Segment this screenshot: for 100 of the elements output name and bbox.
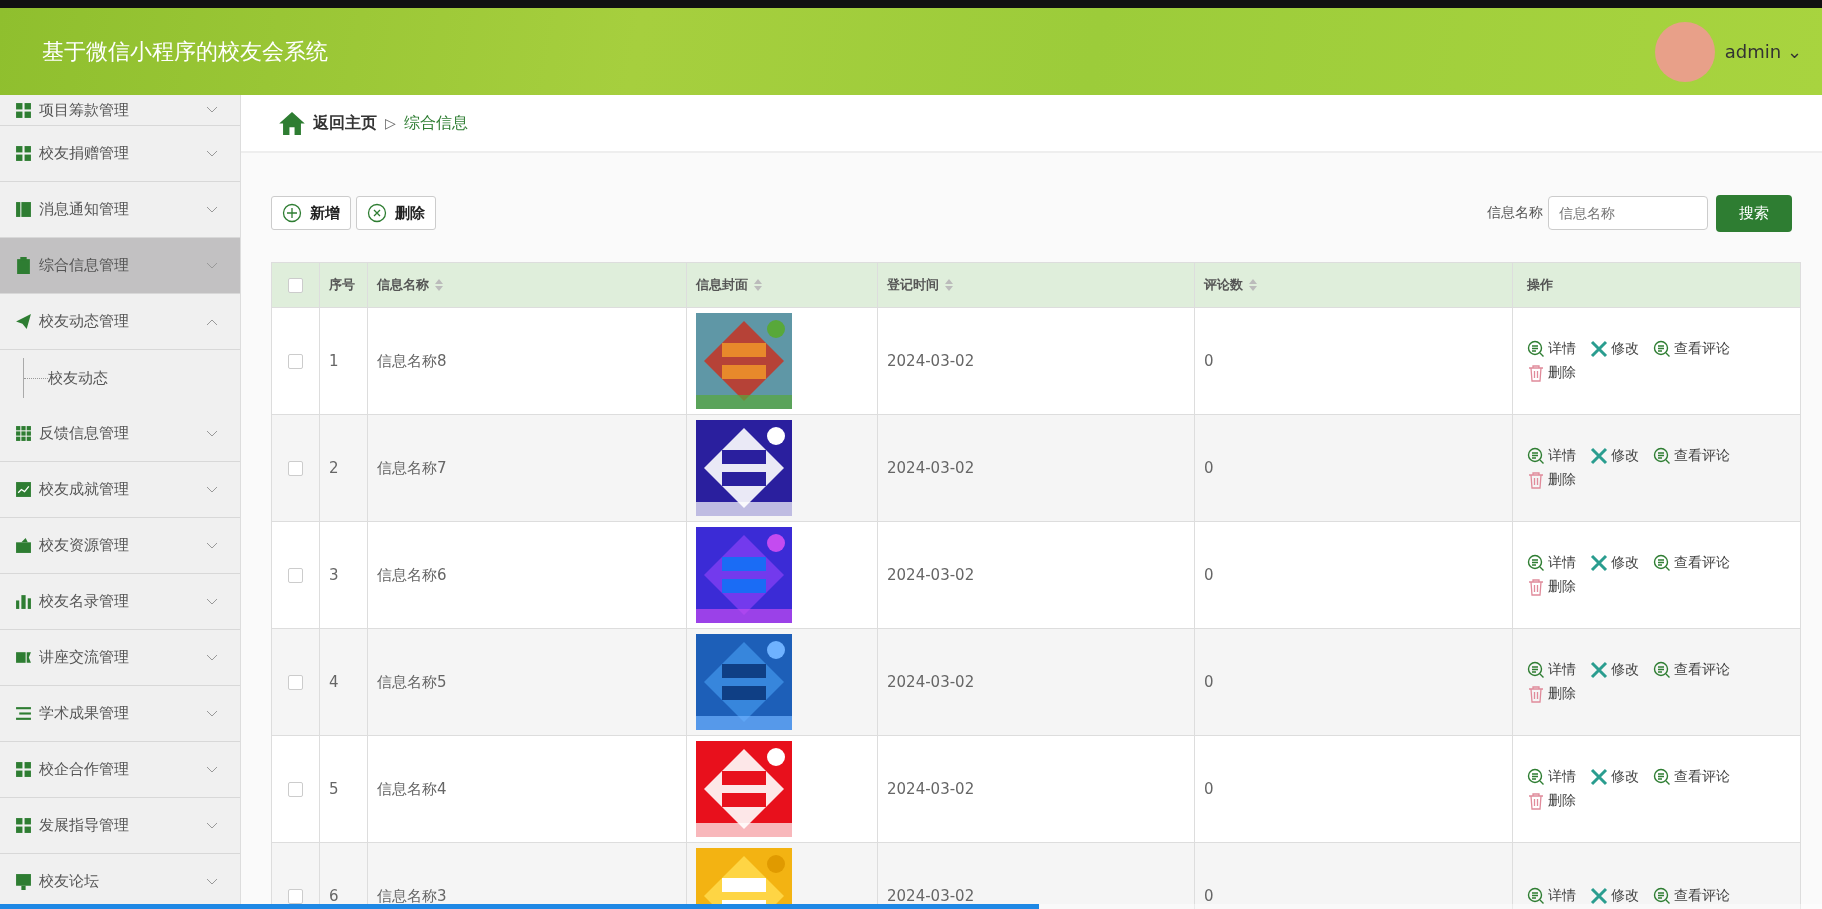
comments-link[interactable]: 查看评论 <box>1653 554 1730 572</box>
row-checkbox[interactable] <box>288 567 303 583</box>
trash-icon <box>1527 578 1545 596</box>
row-checkbox[interactable] <box>288 460 303 476</box>
sidebar-item[interactable]: 校企合作管理 <box>0 742 240 798</box>
edit-link[interactable]: 修改 <box>1590 768 1639 786</box>
search-icon <box>1653 447 1671 465</box>
table-cell: 0 <box>1204 673 1214 691</box>
delete-button[interactable]: 删除 <box>356 196 436 230</box>
sidebar-item[interactable]: 校友捐赠管理 <box>0 126 240 182</box>
breadcrumb-separator: ▷ <box>385 115 396 131</box>
detail-link[interactable]: 详情 <box>1527 768 1576 786</box>
sidebar-item[interactable]: 反馈信息管理 <box>0 406 240 462</box>
delete-link[interactable]: 删除 <box>1527 792 1576 810</box>
edit-link[interactable]: 修改 <box>1590 554 1639 572</box>
add-button[interactable]: 新增 <box>271 196 351 230</box>
plus-circle-icon <box>282 203 302 223</box>
sort-icon[interactable] <box>945 279 953 291</box>
chevron-icon <box>206 149 218 158</box>
grid-icon <box>15 817 32 834</box>
sidebar-item[interactable]: 学术成果管理 <box>0 686 240 742</box>
chevron-icon <box>206 429 218 438</box>
sort-icon[interactable] <box>754 279 762 291</box>
row-checkbox[interactable] <box>288 674 303 690</box>
comments-link[interactable]: 查看评论 <box>1653 768 1730 786</box>
comments-link[interactable]: 查看评论 <box>1653 887 1730 905</box>
search-icon <box>1653 554 1671 572</box>
sidebar-item[interactable]: 校友名录管理 <box>0 574 240 630</box>
sidebar-item[interactable]: 综合信息管理 <box>0 238 240 294</box>
table-cell: 信息名称5 <box>377 672 447 692</box>
table-cell: 信息名称8 <box>377 351 447 371</box>
sort-icon[interactable] <box>435 279 443 291</box>
sidebar-item[interactable]: 校友资源管理 <box>0 518 240 574</box>
ticket-icon <box>15 649 32 666</box>
user-menu[interactable]: admin ⌄ <box>1724 41 1802 62</box>
comments-link[interactable]: 查看评论 <box>1653 340 1730 358</box>
table-cell: 3 <box>329 566 339 584</box>
edit-link[interactable]: 修改 <box>1590 340 1639 358</box>
edit-link[interactable]: 修改 <box>1590 661 1639 679</box>
chevron-icon <box>206 821 218 830</box>
detail-link[interactable]: 详情 <box>1527 340 1576 358</box>
sidebar-item[interactable]: 校友成就管理 <box>0 462 240 518</box>
home-icon[interactable] <box>279 111 305 135</box>
table-cell: 4 <box>329 673 339 691</box>
sort-icon[interactable] <box>1249 279 1257 291</box>
search-icon <box>1527 768 1545 786</box>
plane-icon <box>15 313 32 330</box>
chevron-icon <box>206 106 218 114</box>
monitor-icon <box>15 873 32 890</box>
column-header: 操作 <box>1527 276 1553 294</box>
sidebar-subitem[interactable]: 校友动态 <box>48 368 108 388</box>
breadcrumb-link[interactable]: 返回主页 <box>313 112 377 134</box>
edit-link[interactable]: 修改 <box>1590 887 1639 905</box>
trash-icon <box>1527 792 1545 810</box>
table-cell: 2024-03-02 <box>887 887 975 905</box>
chart-icon <box>15 481 32 498</box>
table-cell: 5 <box>329 780 339 798</box>
grid-icon <box>15 761 32 778</box>
search-icon <box>1653 340 1671 358</box>
table-cell: 0 <box>1204 566 1214 584</box>
delete-link[interactable]: 删除 <box>1527 364 1576 382</box>
search-icon <box>1527 887 1545 905</box>
table-cell: 0 <box>1204 780 1214 798</box>
detail-link[interactable]: 详情 <box>1527 554 1576 572</box>
comments-link[interactable]: 查看评论 <box>1653 661 1730 679</box>
select-all-checkbox[interactable] <box>288 277 303 293</box>
sidebar-item[interactable]: 讲座交流管理 <box>0 630 240 686</box>
row-checkbox[interactable] <box>288 888 303 904</box>
columns-icon <box>15 593 32 610</box>
tree-connector <box>23 358 48 398</box>
breadcrumb-current: 综合信息 <box>403 112 468 134</box>
trash-icon <box>1527 471 1545 489</box>
trash-icon <box>1527 685 1545 703</box>
sidebar-item[interactable]: 校友动态管理 <box>0 294 240 350</box>
table-cell: 信息名称4 <box>377 779 447 799</box>
detail-link[interactable]: 详情 <box>1527 447 1576 465</box>
table-cell: 信息名称6 <box>377 565 447 585</box>
column-header: 信息名称 <box>377 276 429 294</box>
detail-link[interactable]: 详情 <box>1527 887 1576 905</box>
edit-link[interactable]: 修改 <box>1590 447 1639 465</box>
wallet-icon <box>15 537 32 554</box>
delete-link[interactable]: 删除 <box>1527 578 1576 596</box>
search-field[interactable]: 信息名称 <box>1548 196 1708 230</box>
row-checkbox[interactable] <box>288 353 303 369</box>
search-button[interactable]: 搜索 <box>1716 194 1792 232</box>
list-icon <box>15 705 32 722</box>
table-cell: 信息名称7 <box>377 458 447 478</box>
table-cell: 2024-03-02 <box>887 566 975 584</box>
delete-link[interactable]: 删除 <box>1527 471 1576 489</box>
search-icon <box>1527 447 1545 465</box>
row-checkbox[interactable] <box>288 781 303 797</box>
chevron-icon <box>206 653 218 662</box>
chevron-icon <box>206 205 218 214</box>
sidebar-item[interactable]: 项目筹款管理 <box>0 95 240 126</box>
comments-link[interactable]: 查看评论 <box>1653 447 1730 465</box>
delete-link[interactable]: 删除 <box>1527 685 1576 703</box>
table-cell: 0 <box>1204 887 1214 905</box>
detail-link[interactable]: 详情 <box>1527 661 1576 679</box>
chevron-icon <box>206 317 218 326</box>
sidebar-item[interactable]: 发展指导管理 <box>0 798 240 854</box>
